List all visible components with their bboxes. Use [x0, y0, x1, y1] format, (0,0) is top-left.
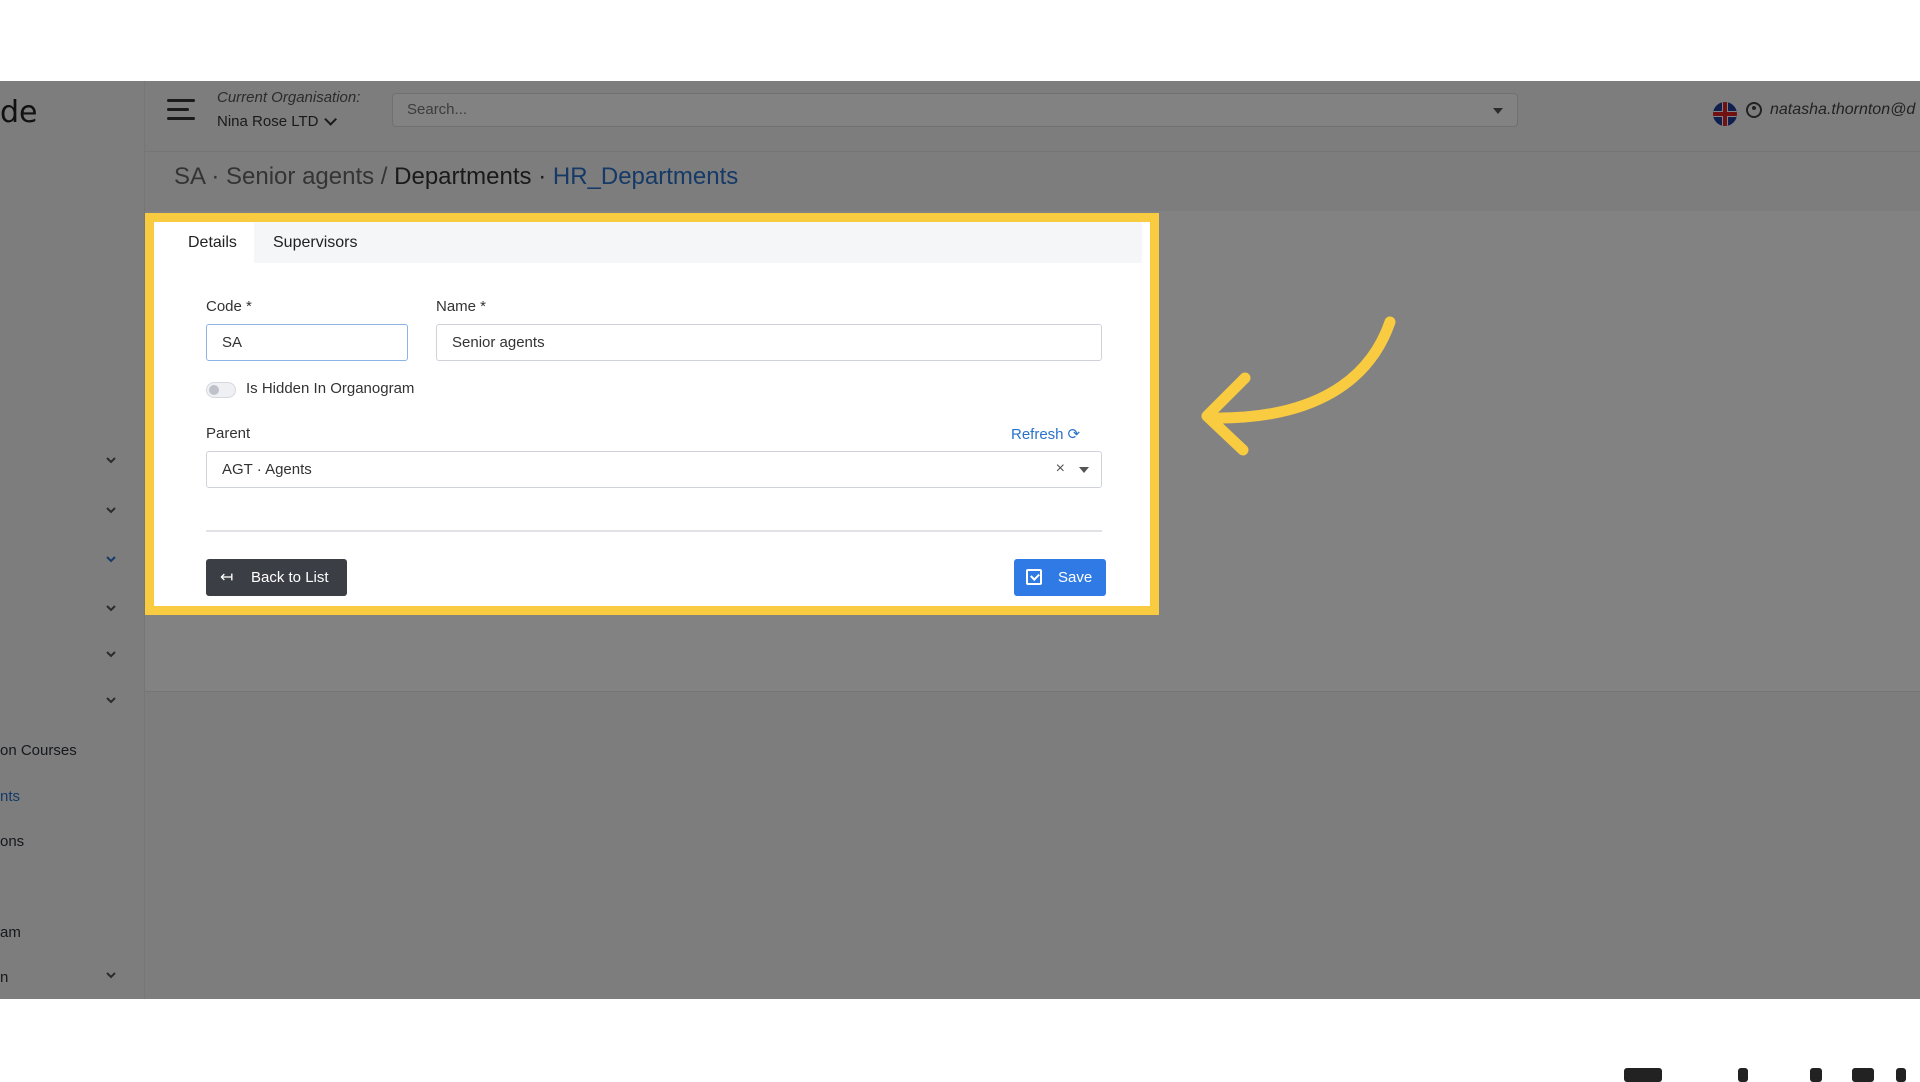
name-field[interactable]	[436, 324, 1102, 361]
refresh-link[interactable]: Refresh ⟳	[1011, 425, 1080, 443]
parent-select[interactable]: ×	[206, 451, 1102, 488]
code-input[interactable]	[220, 333, 394, 352]
back-to-list-button[interactable]: ↤ Back to List	[206, 559, 347, 596]
dropdown-caret-icon[interactable]	[1079, 467, 1089, 473]
name-input[interactable]	[450, 333, 1019, 352]
highlighted-form: Details Supervisors Code * Name * Is Hid…	[145, 213, 1159, 615]
divider	[206, 530, 1102, 532]
name-label: Name *	[436, 298, 487, 315]
back-icon: ↤	[220, 569, 234, 586]
form-card: Details Supervisors Code * Name * Is Hid…	[171, 222, 1142, 606]
parent-select-value[interactable]	[220, 460, 984, 479]
code-field[interactable]	[206, 324, 408, 361]
tab-supervisors[interactable]: Supervisors	[256, 222, 374, 263]
hidden-toggle[interactable]	[206, 382, 236, 398]
save-icon	[1026, 569, 1042, 585]
arrow-annotation	[1201, 316, 1396, 456]
parent-label: Parent	[206, 425, 251, 442]
refresh-icon: ⟳	[1067, 426, 1081, 443]
hidden-toggle-label: Is Hidden In Organogram	[246, 380, 415, 397]
save-button[interactable]: Save	[1014, 559, 1106, 596]
code-label: Code *	[206, 298, 252, 315]
brand-logo-fragment	[1620, 1062, 1920, 1082]
tab-bar: Details Supervisors	[171, 222, 1142, 263]
tab-details[interactable]: Details	[171, 222, 254, 263]
clear-icon[interactable]: ×	[1056, 460, 1065, 478]
